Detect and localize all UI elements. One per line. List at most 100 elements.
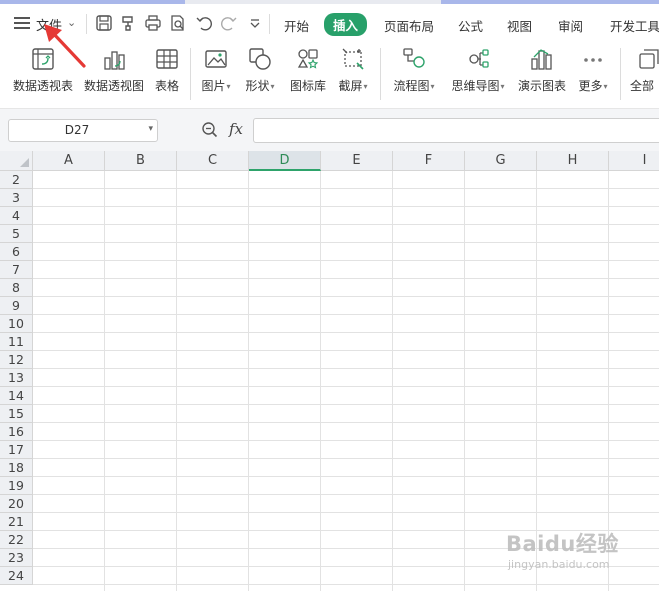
name-box-value: D27 [64, 123, 90, 137]
tab-page-layout[interactable]: 页面布局 [384, 16, 434, 35]
row-header[interactable]: 22 [0, 531, 33, 549]
table-icon [156, 49, 178, 69]
row-header[interactable]: 16 [0, 423, 33, 441]
ribbon-label: 演示图表 [517, 79, 566, 93]
ribbon-label: 形状▾ [245, 79, 275, 93]
watermark-url: jingyan.baidu.com [508, 558, 610, 571]
menu-bar: 文件 ⌄ 开始 插入 页面布局 公式 视图 审阅 开发工具 [0, 4, 659, 42]
spreadsheet-grid: ABCDEFGHI 2 3 4 5 6 7 8 9 10 11 12 13 14 15 16 17 18 19 20… [0, 151, 659, 591]
column-header-i[interactable]: I [609, 151, 659, 171]
ribbon-divider [380, 48, 381, 100]
column-header-a[interactable]: A [33, 151, 105, 171]
formula-input[interactable] [253, 118, 659, 143]
icon-library-button[interactable]: 图标库 [288, 46, 328, 94]
select-all-button[interactable] [0, 151, 33, 171]
row-header[interactable]: 20 [0, 495, 33, 513]
ribbon-insert: 数据透视表 数据透视图 表格 图片▾ 形状▾ 图标库 截屏▾ 流程图▾ 思维导图… [0, 42, 659, 109]
column-header-c[interactable]: C [177, 151, 249, 171]
row-header[interactable]: 14 [0, 387, 33, 405]
row-header[interactable]: 23 [0, 549, 33, 567]
screenshot-icon [342, 48, 364, 70]
row-header[interactable]: 11 [0, 333, 33, 351]
mindmap-icon [469, 49, 489, 68]
row-header[interactable]: 19 [0, 477, 33, 495]
column-header-g[interactable]: G [465, 151, 537, 171]
screenshot-button[interactable]: 截屏▾ [335, 46, 371, 94]
chevron-down-icon[interactable]: ▾ [148, 124, 153, 134]
demo-chart-icon [531, 49, 552, 70]
format-painter-icon[interactable] [119, 14, 137, 32]
zoom-icon[interactable] [201, 121, 219, 139]
tab-developer[interactable]: 开发工具 [610, 16, 659, 35]
row-header[interactable]: 4 [0, 207, 33, 225]
tab-insert[interactable]: 插入 [324, 13, 368, 36]
ribbon-label: 表格 [154, 79, 179, 93]
shape-icon [249, 48, 271, 70]
ribbon-label: 全部 [630, 79, 655, 93]
print-preview-icon[interactable] [169, 14, 187, 32]
ribbon-label: 数据透视表 [12, 79, 73, 93]
flowchart-button[interactable]: 流程图▾ [390, 46, 438, 94]
ribbon-label: 思维导图▾ [451, 79, 505, 93]
column-header-b[interactable]: B [105, 151, 177, 171]
annotation-arrow [44, 24, 86, 68]
column-header-f[interactable]: F [393, 151, 465, 171]
row-header[interactable]: 24 [0, 567, 33, 585]
row-header[interactable]: 21 [0, 513, 33, 531]
ribbon-label: 图片▾ [201, 79, 231, 93]
picture-button[interactable]: 图片▾ [198, 46, 234, 94]
insert-function-button[interactable]: fx [229, 120, 243, 138]
tab-view[interactable]: 视图 [507, 16, 532, 35]
row-header[interactable]: 2 [0, 171, 33, 189]
row-header[interactable]: 9 [0, 297, 33, 315]
name-box[interactable]: D27 ▾ [8, 119, 158, 142]
watermark-brand: Baidu经验 [506, 532, 619, 556]
ribbon-divider [190, 48, 191, 100]
mindmap-button[interactable]: 思维导图▾ [448, 46, 508, 94]
row-header[interactable]: 15 [0, 405, 33, 423]
ribbon-label: 图标库 [289, 79, 326, 93]
row-header[interactable]: 8 [0, 279, 33, 297]
shape-button[interactable]: 形状▾ [242, 46, 278, 94]
hamburger-menu-icon[interactable] [14, 17, 30, 29]
all-button[interactable]: 全部 [630, 46, 659, 94]
row-header[interactable]: 7 [0, 261, 33, 279]
row-header[interactable]: 18 [0, 459, 33, 477]
customize-toolbar-icon[interactable] [246, 14, 264, 32]
formula-bar: D27 ▾ fx [0, 109, 659, 151]
print-icon[interactable] [144, 14, 162, 32]
row-header[interactable]: 3 [0, 189, 33, 207]
menu-divider [269, 14, 270, 34]
row-header[interactable]: 17 [0, 441, 33, 459]
tab-review[interactable]: 审阅 [558, 16, 583, 35]
pivot-chart-button[interactable]: 数据透视图 [83, 46, 145, 94]
ribbon-label: 数据透视图 [83, 79, 144, 93]
row-header[interactable]: 6 [0, 243, 33, 261]
undo-icon[interactable] [195, 14, 213, 32]
column-header-h[interactable]: H [537, 151, 609, 171]
tab-home[interactable]: 开始 [284, 16, 309, 35]
ribbon-label: 更多▾ [578, 79, 608, 93]
more-button[interactable]: 更多▾ [575, 46, 611, 94]
row-header[interactable]: 12 [0, 351, 33, 369]
more-icon [584, 58, 602, 62]
picture-icon [205, 50, 227, 68]
row-header[interactable]: 5 [0, 225, 33, 243]
row-header[interactable]: 13 [0, 369, 33, 387]
row-header[interactable]: 10 [0, 315, 33, 333]
all-icon [639, 49, 659, 69]
table-button[interactable]: 表格 [152, 46, 182, 94]
ribbon-label: 流程图▾ [393, 79, 435, 93]
redo-icon[interactable] [220, 14, 238, 32]
ribbon-label: 截屏▾ [338, 79, 368, 93]
column-header-e[interactable]: E [321, 151, 393, 171]
ribbon-divider [620, 48, 621, 100]
demo-chart-button[interactable]: 演示图表 [517, 46, 567, 94]
pivot-chart-icon [104, 51, 125, 70]
flowchart-icon [403, 48, 425, 68]
watermark: Baidu经验 jingyan.baidu.com [506, 528, 619, 571]
column-header-d[interactable]: D [249, 151, 321, 171]
tab-formulas[interactable]: 公式 [458, 16, 483, 35]
save-icon[interactable] [95, 14, 113, 32]
icon-library-icon [297, 49, 319, 69]
